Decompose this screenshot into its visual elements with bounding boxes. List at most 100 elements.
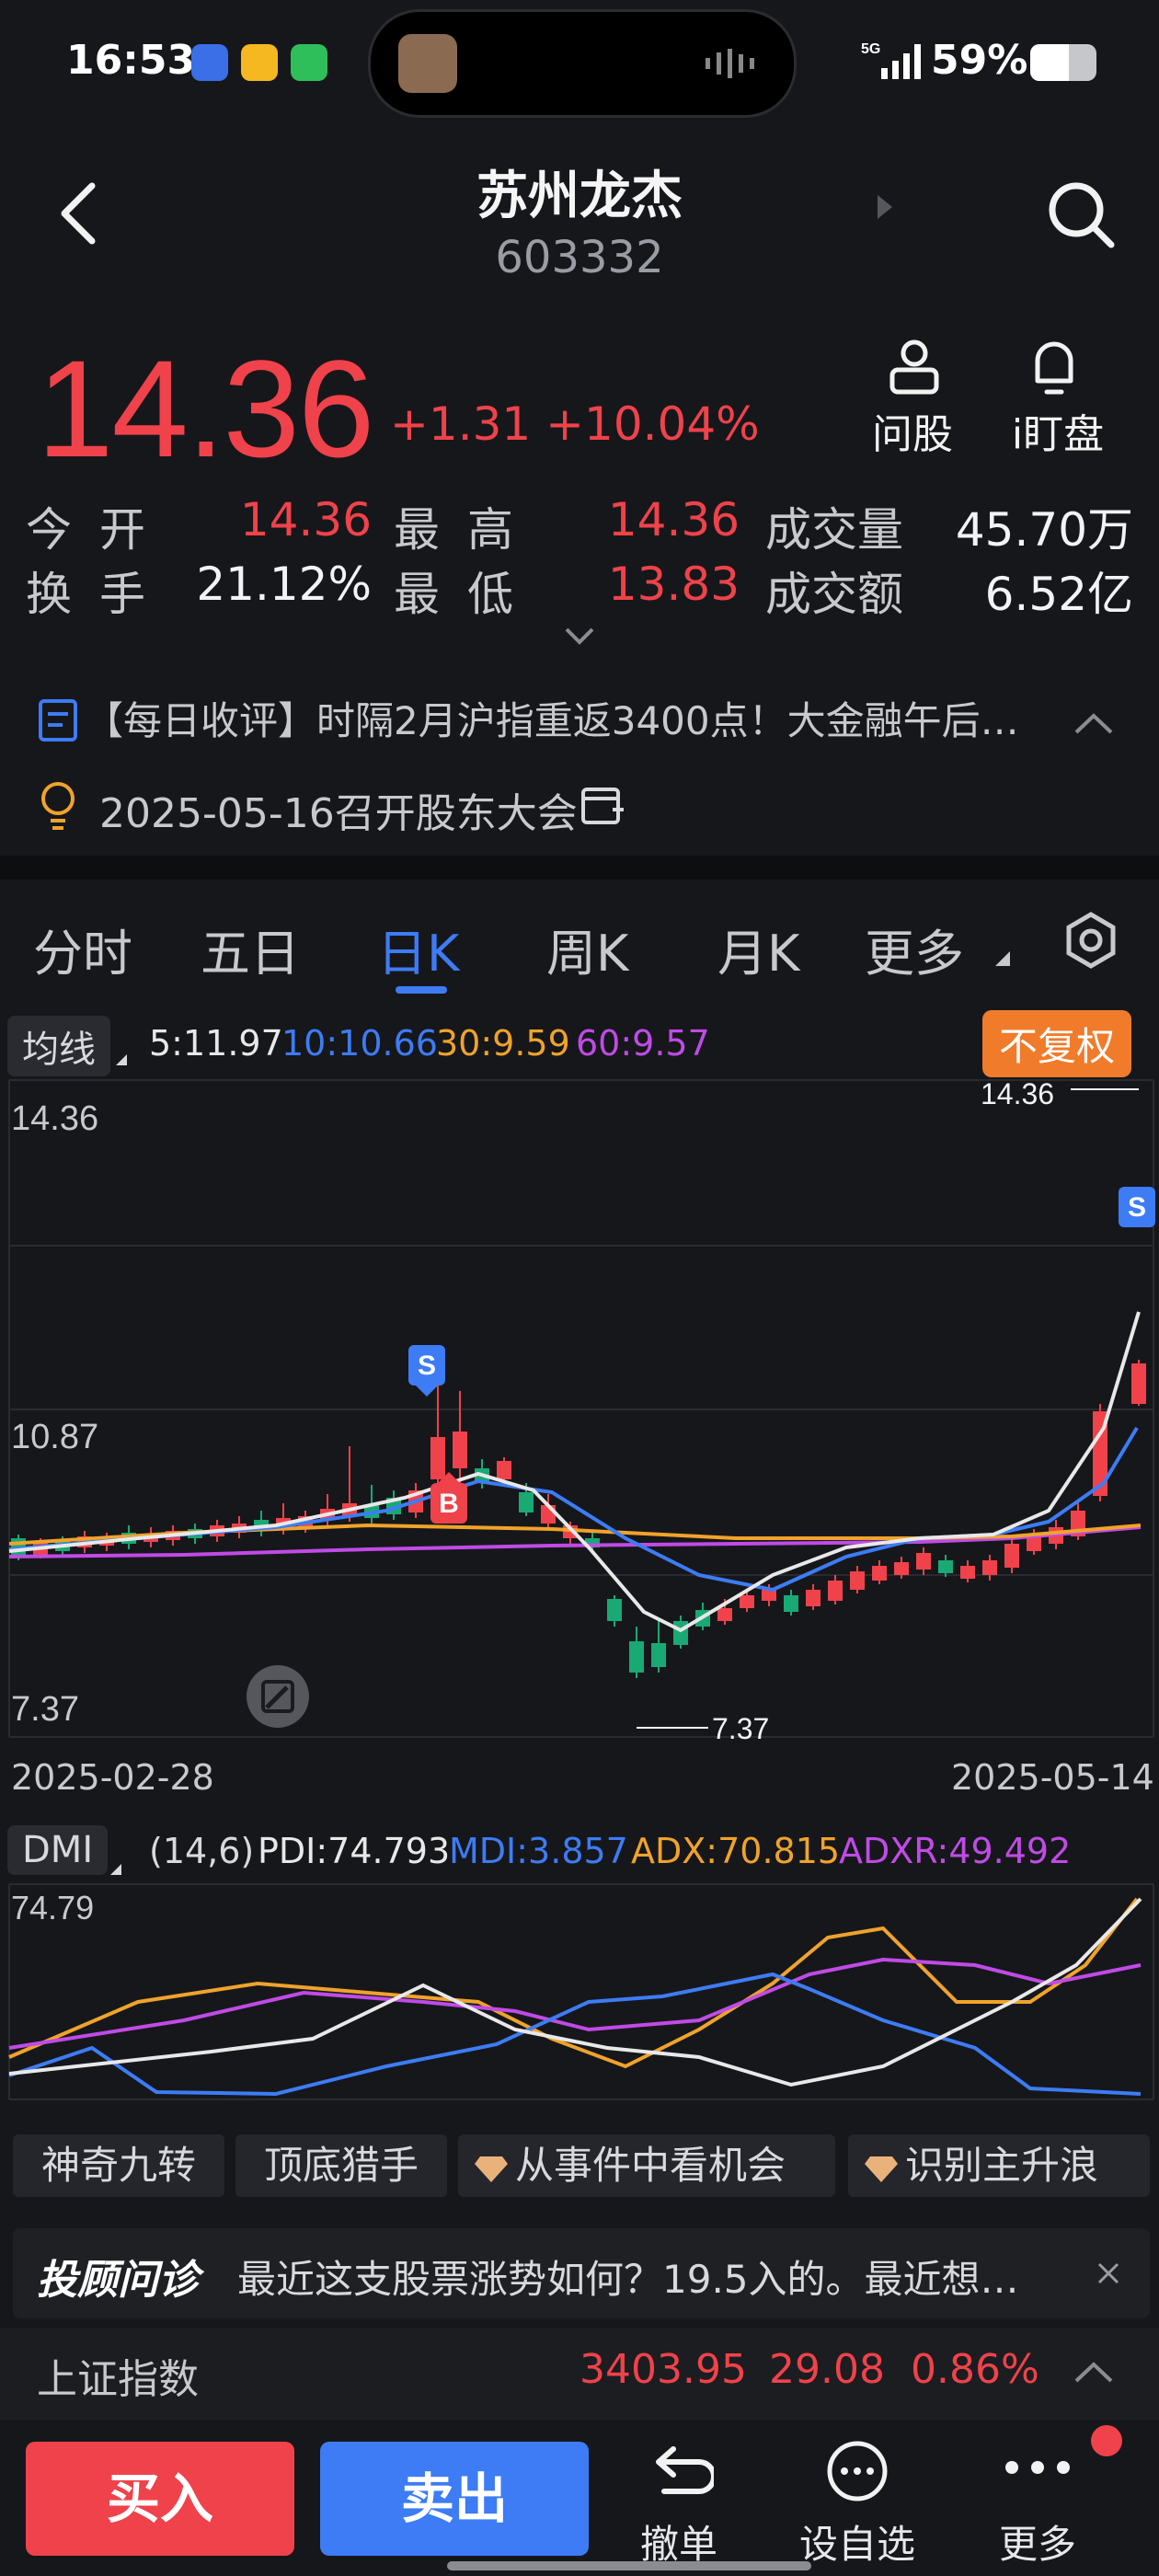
- undo-icon[interactable]: [646, 2440, 714, 2502]
- news-headline[interactable]: 【每日收评】时隔2月沪指重返3400点！大金融午后…: [85, 690, 1032, 746]
- expand-up-icon[interactable]: [1073, 2359, 1115, 2385]
- document-icon: [39, 699, 77, 742]
- change-amount: +1.31: [390, 397, 532, 451]
- stat-label-low: 最低: [394, 568, 541, 621]
- dmi-chart[interactable]: 74.79: [0, 1882, 1159, 2103]
- dropdown-corner-icon: [995, 951, 1010, 966]
- tab-five-day[interactable]: 五日: [201, 913, 300, 985]
- tool-magic-nine[interactable]: 神奇九转: [13, 2134, 224, 2197]
- tool-top-bottom[interactable]: 顶底猎手: [235, 2134, 447, 2197]
- tab-more[interactable]: 更多: [865, 913, 964, 985]
- tab-weekly-k[interactable]: 周K: [546, 913, 628, 985]
- search-icon[interactable]: [1047, 180, 1117, 250]
- battery-icon: [1030, 44, 1096, 81]
- sell-marker-2-label: S: [1128, 1192, 1146, 1223]
- ma-selector[interactable]: 均线: [7, 1016, 110, 1076]
- candle-body: [828, 1581, 843, 1601]
- expand-chevron-icon[interactable]: [563, 626, 596, 646]
- kline-chart[interactable]: 14.36 10.87 7.37 14.36 7.37 S B S: [0, 1078, 1159, 1741]
- sell-marker-label: S: [418, 1351, 436, 1381]
- more-dots-icon[interactable]: [1003, 2458, 1073, 2477]
- notification-dot: [1091, 2425, 1122, 2456]
- watch-button[interactable]: [1021, 337, 1087, 397]
- sell-button[interactable]: 卖出: [320, 2442, 589, 2556]
- candle-body: [519, 1492, 534, 1512]
- drawing-tool-icon[interactable]: [247, 1665, 309, 1728]
- tab-monthly-k[interactable]: 月K: [717, 913, 799, 985]
- tool-event-opportunity[interactable]: 从事件中看机会: [458, 2134, 835, 2197]
- tab-daily-k[interactable]: 日K: [377, 913, 459, 985]
- ask-stock-label[interactable]: 问股: [865, 401, 960, 460]
- ma5-value: 5:11.97: [149, 1023, 283, 1064]
- more-label[interactable]: 更多: [964, 2513, 1111, 2570]
- mdi-line: [8, 1972, 1142, 2097]
- network-type: 5G: [861, 41, 880, 57]
- candle-body: [717, 1608, 732, 1621]
- media-thumbnail: [398, 34, 457, 93]
- indicator-selector[interactable]: DMI: [7, 1825, 109, 1875]
- indicator-dropdown-icon: [110, 1864, 121, 1875]
- candle-body: [1004, 1544, 1019, 1568]
- stat-label-turnover: 换手: [26, 568, 173, 621]
- event-text[interactable]: 2025-05-16召开股东大会: [99, 780, 578, 839]
- audio-wave-icon: [706, 49, 754, 78]
- sell-marker-1: S: [408, 1345, 445, 1397]
- buy-marker-label: B: [439, 1489, 459, 1519]
- candle-body: [607, 1599, 622, 1621]
- candlestick-series: [11, 1360, 1146, 1678]
- stat-label-volume: 成交量: [765, 503, 903, 557]
- candle-body: [806, 1590, 820, 1606]
- index-percent: 0.86%: [911, 2346, 1039, 2393]
- price-axis-low: 7.37: [11, 1690, 79, 1729]
- ma-dropdown-icon: [116, 1054, 127, 1065]
- candle-body: [740, 1595, 754, 1608]
- banner-brand: 投顾问诊: [37, 2257, 199, 2304]
- candle-body: [784, 1595, 798, 1612]
- battery-percent: 59%: [931, 37, 1028, 84]
- indicator-selector-label: DMI: [22, 1829, 94, 1871]
- calendar-add-icon[interactable]: [580, 782, 625, 828]
- signal-icon: 5G: [861, 41, 921, 79]
- change-percent: +10.04%: [545, 397, 760, 451]
- ma30-value: 30:9.59: [436, 1023, 570, 1064]
- add-watchlist-icon[interactable]: [824, 2438, 890, 2504]
- candle-body: [872, 1566, 887, 1581]
- price-axis-mid: 10.87: [11, 1418, 98, 1456]
- candle-body: [916, 1553, 931, 1570]
- lightbulb-icon: [41, 782, 75, 830]
- dynamic-island: [368, 9, 797, 118]
- stock-code: 603332: [495, 232, 664, 283]
- max-price-marker: 14.36: [981, 1078, 1054, 1110]
- baidu-app-icon: [191, 44, 228, 81]
- stat-label-open: 今开: [26, 503, 173, 557]
- active-tab-indicator: [396, 986, 447, 994]
- current-price: 14.36: [37, 331, 374, 486]
- candle-body: [497, 1461, 511, 1479]
- watch-label[interactable]: i盯盘: [1003, 401, 1113, 460]
- status-time: 16:53: [66, 37, 196, 84]
- advisor-banner[interactable]: 投顾问诊 最近这支股票涨势如何？19.5入的。最近想…: [13, 2228, 1150, 2318]
- collapse-chevron-icon[interactable]: [1073, 710, 1115, 736]
- adjust-label: 不复权: [999, 1024, 1116, 1069]
- tab-intraday[interactable]: 分时: [33, 913, 132, 985]
- adjust-button[interactable]: 不复权: [982, 1010, 1132, 1077]
- tool-main-wave[interactable]: 识别主升浪: [848, 2134, 1150, 2197]
- candle-body: [982, 1560, 997, 1575]
- close-icon[interactable]: [1096, 2261, 1120, 2285]
- ask-stock-button[interactable]: [874, 337, 955, 396]
- settings-hexagon-icon[interactable]: [1061, 911, 1120, 970]
- candle-body: [673, 1621, 688, 1645]
- stat-value-volume: 45.70万: [955, 503, 1133, 557]
- next-stock-icon[interactable]: [874, 191, 896, 223]
- stat-value-low: 13.83: [607, 558, 740, 611]
- candle-body: [651, 1643, 666, 1667]
- ma10-value: 10:10.66: [281, 1023, 438, 1064]
- buy-button[interactable]: 买入: [26, 2442, 294, 2556]
- tool-event-label: 从事件中看机会: [515, 2143, 786, 2188]
- candle-body: [938, 1560, 953, 1573]
- pdi-line: [8, 1897, 1142, 2087]
- stock-name: 苏州龙杰: [476, 167, 683, 226]
- dmi-params: (14,6): [149, 1831, 255, 1871]
- candle-body: [850, 1571, 865, 1590]
- ma5-line: [8, 1311, 1141, 1633]
